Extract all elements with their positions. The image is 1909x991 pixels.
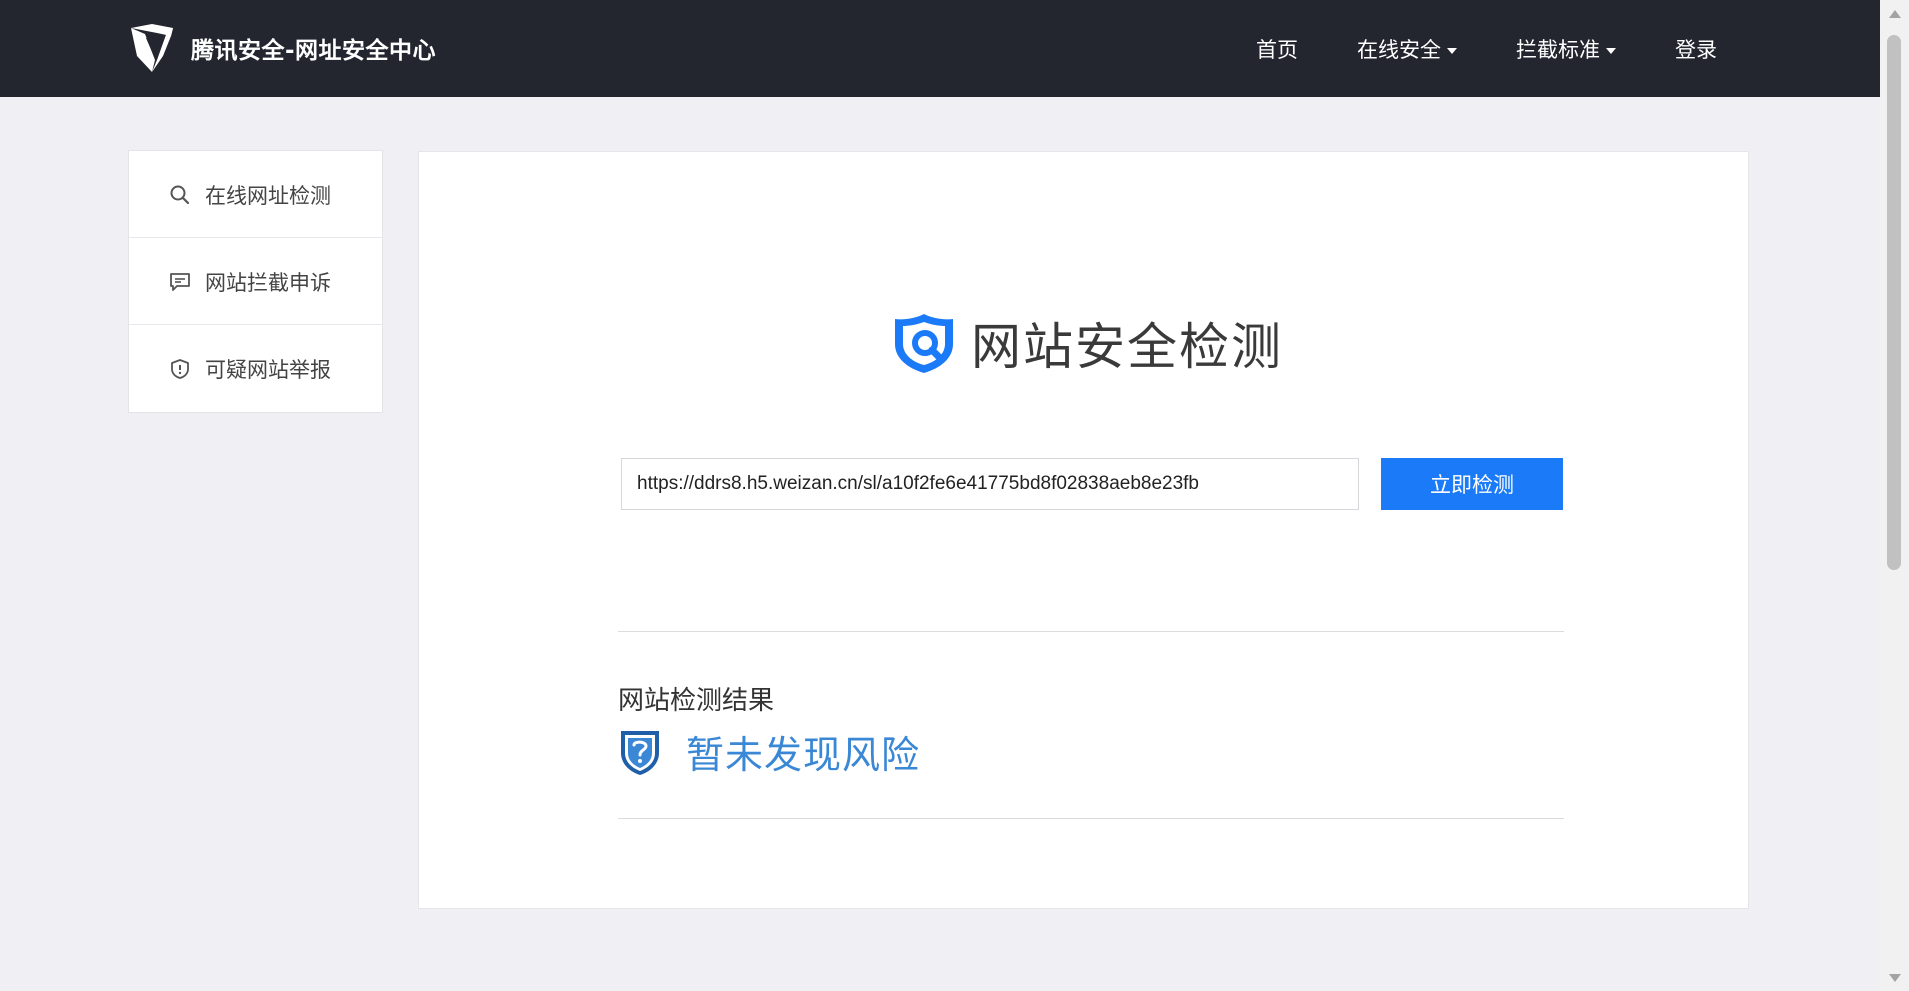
sidebar-item-appeal[interactable]: 网站拦截申诉 [129,238,382,325]
sidebar-item-label: 在线网址检测 [205,184,331,208]
nav-login-label: 登录 [1675,38,1717,62]
nav-block-standards-label: 拦截标准 [1516,38,1600,62]
side-menu: 在线网址检测 网站拦截申诉 可疑网站举报 [128,150,383,413]
shield-question-icon [621,730,659,775]
scroll-down-arrow-icon[interactable] [1889,974,1901,982]
sidebar-item-url-check[interactable]: 在线网址检测 [129,151,382,238]
nav-login[interactable]: 登录 [1675,34,1717,64]
shield-alert-icon [171,359,189,379]
nav-home[interactable]: 首页 [1256,34,1298,64]
result-text: 暂未发现风险 [686,733,921,777]
divider [618,818,1564,819]
divider [618,631,1564,632]
nav-online-security-label: 在线安全 [1357,38,1441,62]
page-title: 网站安全检测 [971,318,1283,376]
comment-icon [170,273,190,291]
result-heading: 网站检测结果 [618,686,775,716]
scroll-up-arrow-icon[interactable] [1889,10,1901,18]
caret-down-icon [1447,48,1457,54]
sidebar-item-label: 网站拦截申诉 [205,271,331,295]
search-icon [170,185,190,205]
tencent-security-logo-icon [131,24,173,72]
page-title-block: 网站安全检测 [889,307,1283,379]
brand-title: 腾讯安全-网址安全中心 [191,38,437,64]
main-panel: 网站安全检测 立即检测 网站检测结果 暂未发现风险 [418,151,1749,909]
check-now-button[interactable]: 立即检测 [1381,458,1563,510]
nav-online-security[interactable]: 在线安全 [1357,34,1457,64]
nav-block-standards[interactable]: 拦截标准 [1516,34,1616,64]
sidebar-item-report[interactable]: 可疑网站举报 [129,325,382,412]
scroll-thumb[interactable] [1887,35,1901,570]
page-scrollbar[interactable] [1880,0,1909,991]
result-status: 暂未发现风险 [618,724,920,779]
top-header: 腾讯安全-网址安全中心 首页 在线安全 拦截标准 登录 [0,0,1880,97]
nav-home-label: 首页 [1256,38,1298,62]
caret-down-icon [1606,48,1616,54]
url-input[interactable] [621,458,1359,510]
brand[interactable]: 腾讯安全-网址安全中心 [127,22,436,74]
shield-search-logo-icon [895,314,953,373]
sidebar-item-label: 可疑网站举报 [205,358,331,382]
